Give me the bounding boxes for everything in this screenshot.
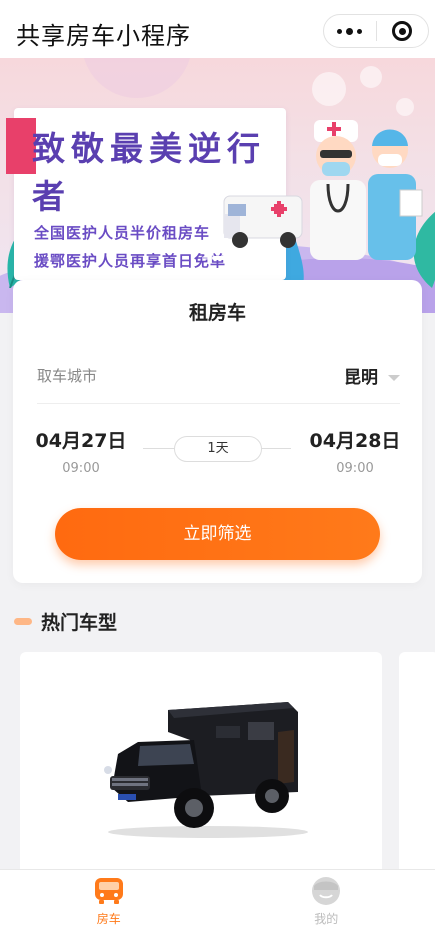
filter-button[interactable]: 立即筛选 [55,508,380,560]
start-date: 04月27日 [35,430,127,452]
model-card[interactable] [399,652,435,882]
tab-label: 我的 [314,912,339,926]
end-time: 09:00 [336,461,374,476]
pickup-city-selector[interactable]: 取车城市 昆明 [37,348,400,404]
model-card[interactable] [20,652,382,882]
tab-label: 房车 [96,912,121,926]
booking-card: 租房车 取车城市 昆明 04月27日 09:00 1天 04月28日 09:00… [13,280,422,583]
banner-pager [202,256,238,260]
more-dots-icon[interactable] [324,15,376,47]
end-date-picker[interactable]: 04月28日 09:00 [305,426,405,476]
banner-line-1: 全国医护人员半价租房车 [27,218,239,242]
pickup-city-value: 昆明 [344,368,378,388]
booking-title: 租房车 [188,302,246,324]
end-date: 04月28日 [309,430,401,452]
navigation-bar: 共享房车小程序 [0,0,435,62]
chevron-down-icon [388,374,400,381]
medical-staff-illustration-icon [310,120,423,260]
promo-banner[interactable]: 致敬最美逆行者 全国医护人员半价租房车 援鄂医护人员再享首日免单 [0,58,435,313]
banner-line-2: 援鄂医护人员再享首日免单 [34,252,227,270]
start-time: 09:00 [62,461,100,476]
tab-mine[interactable]: 我的 [218,870,435,927]
tab-bar: 房车 我的 [0,869,435,927]
user-icon [312,877,341,905]
start-date-picker[interactable]: 04月27日 09:00 [31,426,131,476]
page-title: 共享房车小程序 [16,22,191,50]
tab-rv[interactable]: 房车 [0,870,218,927]
target-close-icon[interactable] [376,15,428,47]
hot-models-title: 热门车型 [41,612,118,634]
rv-vehicle-image [104,702,308,838]
ambulance-illustration-icon [223,195,303,248]
section-marker [14,618,32,625]
mini-program-capsule [323,14,429,48]
bus-icon [94,878,123,904]
duration-badge: 1天 [174,436,262,462]
pickup-city-label: 取车城市 [37,367,98,385]
